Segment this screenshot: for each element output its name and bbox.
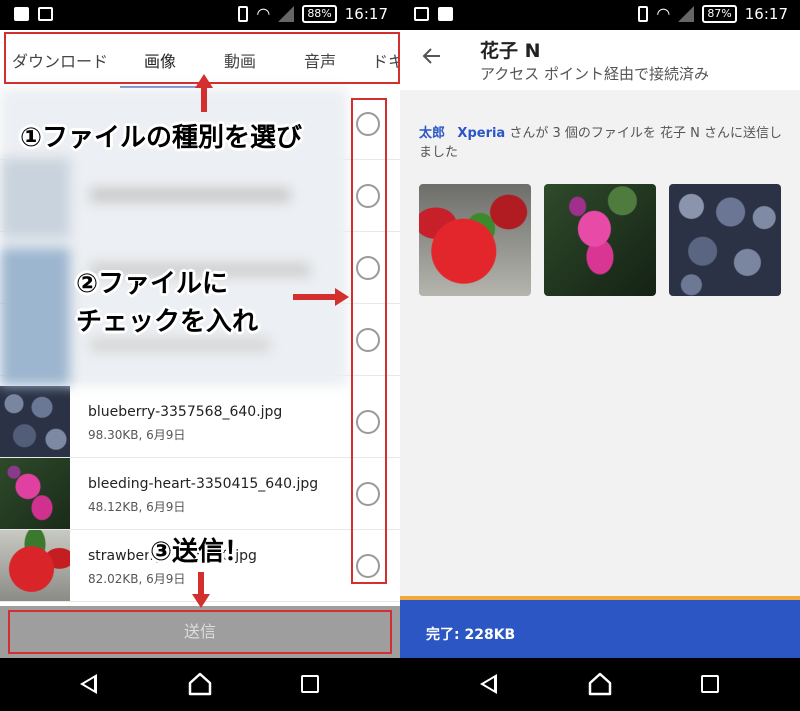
- send-button[interactable]: 送信: [8, 610, 392, 654]
- battery-indicator: 88%: [302, 5, 337, 23]
- notification-icon: [14, 7, 29, 21]
- file-meta: 82.02KB, 6月9日: [88, 572, 186, 586]
- received-screen: ◠ 87% 16:17 花子 N アクセス ポイント経由で接続済み 太郎 Xpe…: [400, 0, 800, 711]
- recents-nav-icon[interactable]: [301, 675, 319, 693]
- transfer-complete-bar: 完了: 228KB: [400, 596, 800, 658]
- list-item[interactable]: bleeding-heart-3350415_640.jpg 48.12KB, …: [0, 458, 400, 530]
- step1-annotation: ①ファイルの種別を選び: [20, 123, 303, 153]
- file-thumbnail: [0, 530, 70, 601]
- file-thumbnail: [0, 458, 70, 529]
- wifi-icon: ◠: [256, 4, 271, 23]
- checkbox-highlight-box: [351, 98, 387, 584]
- list-item[interactable]: blueberry-3357568_640.jpg 98.30KB, 6月9日: [0, 386, 400, 458]
- arrow-shaft: [201, 86, 207, 112]
- arrow-shaft: [198, 572, 204, 596]
- navigation-bar: [400, 658, 800, 711]
- signal-icon: [278, 6, 295, 22]
- vibrate-icon: [638, 6, 649, 22]
- file-name: blueberry-3357568_640.jpg: [88, 404, 283, 420]
- signal-icon: [678, 6, 695, 22]
- home-nav-icon[interactable]: [587, 671, 613, 697]
- arrow-shaft: [293, 294, 337, 300]
- file-thumbnail: [0, 386, 70, 457]
- arrow-right-icon: [335, 288, 349, 306]
- step3-annotation: ③送信！: [150, 537, 251, 567]
- complete-status: 完了: 228KB: [426, 627, 516, 643]
- wifi-icon: ◠: [656, 4, 671, 23]
- file-meta: 98.30KB, 6月9日: [88, 428, 186, 442]
- navigation-bar: [0, 658, 400, 711]
- clock: 16:17: [744, 5, 788, 23]
- received-image[interactable]: [669, 184, 781, 296]
- send-screen: ◠ 88% 16:17 ダウンロード 画像 動画 音声 ドキ blueberry…: [0, 0, 400, 711]
- peer-name: 花子 N: [480, 40, 541, 62]
- file-meta: 48.12KB, 6月9日: [88, 500, 186, 514]
- back-nav-icon[interactable]: [80, 674, 97, 694]
- app-bar: 花子 N アクセス ポイント経由で接続済み: [400, 30, 800, 90]
- transfer-message: 太郎 Xperia さんが 3 個のファイルを 花子 N さんに送信しました: [419, 124, 789, 162]
- vibrate-icon: [238, 6, 249, 22]
- arrow-down-icon: [192, 594, 210, 608]
- notification-icon: [438, 7, 453, 21]
- step2-annotation-line1: ②ファイルに: [76, 269, 229, 299]
- back-nav-icon[interactable]: [480, 674, 497, 694]
- file-name: bleeding-heart-3350415_640.jpg: [88, 476, 319, 492]
- sender-device: Xperia: [457, 126, 506, 141]
- gallery-notification-icon: [414, 7, 429, 21]
- received-image[interactable]: [544, 184, 656, 296]
- step2-annotation-line2: チェックを入れ: [76, 307, 259, 337]
- clock: 16:17: [344, 5, 388, 23]
- sender-name: 太郎: [419, 126, 446, 141]
- connection-status: アクセス ポイント経由で接続済み: [480, 65, 710, 83]
- home-nav-icon[interactable]: [187, 671, 213, 697]
- status-bar: ◠ 88% 16:17: [0, 0, 400, 30]
- received-image[interactable]: [419, 184, 531, 296]
- battery-indicator: 87%: [702, 5, 737, 23]
- gallery-notification-icon: [38, 7, 53, 21]
- back-arrow-icon[interactable]: [420, 44, 444, 68]
- recents-nav-icon[interactable]: [701, 675, 719, 693]
- send-bar: 送信: [0, 606, 400, 658]
- status-bar: ◠ 87% 16:17: [400, 0, 800, 30]
